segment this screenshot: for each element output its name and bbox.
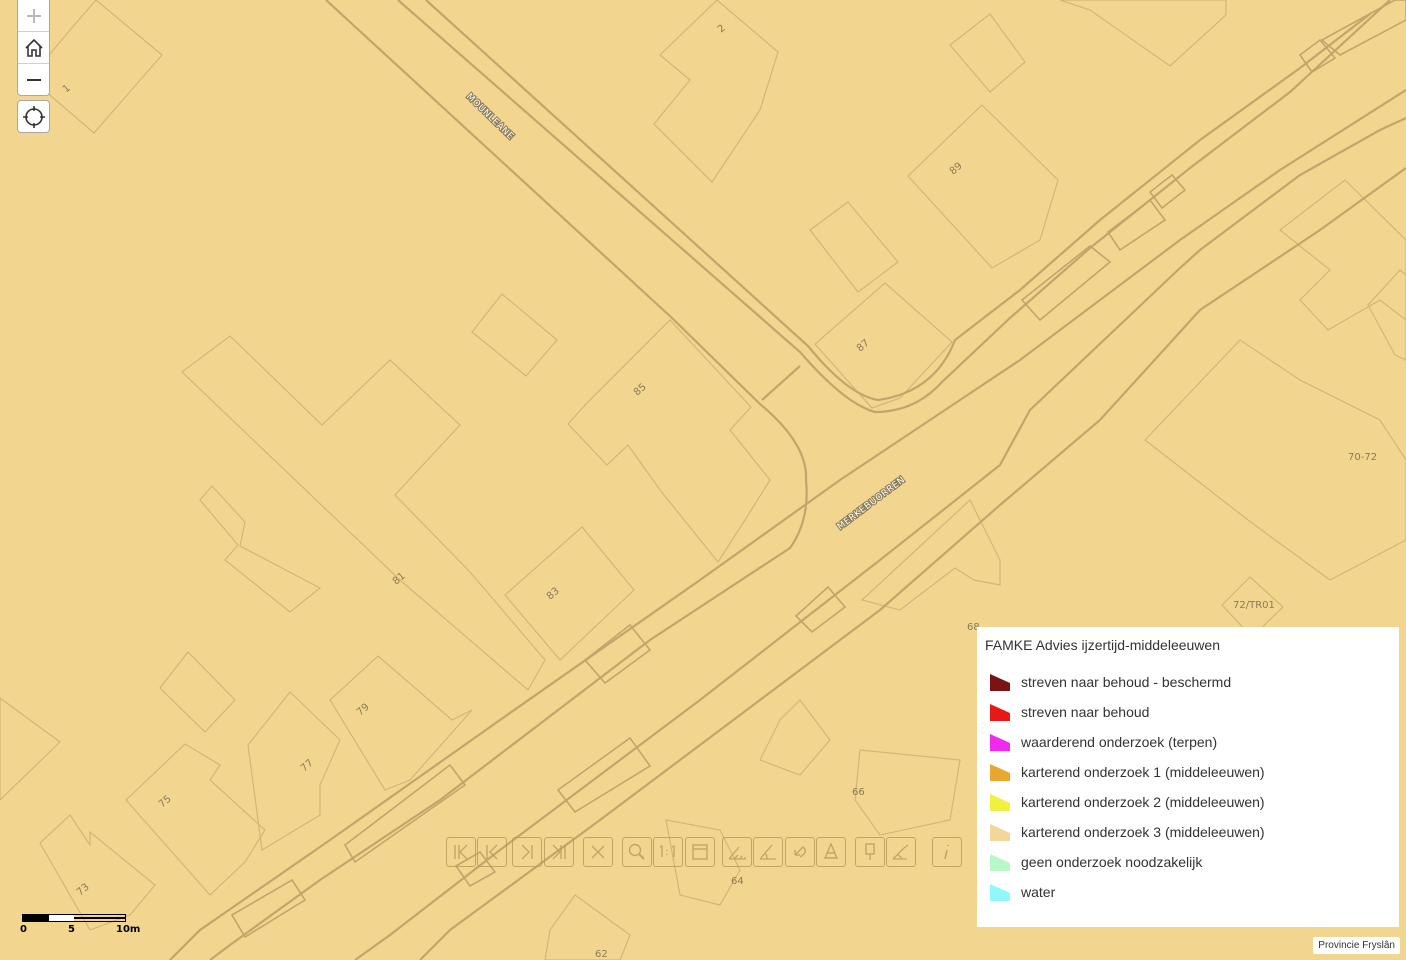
measure-area-icon <box>728 846 746 860</box>
next-extent-icon <box>521 844 533 860</box>
info-button[interactable] <box>932 837 962 867</box>
first-extent-icon <box>454 844 468 860</box>
draw-button[interactable] <box>886 837 916 867</box>
legend-label: karterend onderzoek 2 (middeleeuwen) <box>1021 794 1265 810</box>
one-to-one-button[interactable] <box>653 837 683 867</box>
parcel-label: 72/TR01 <box>1233 600 1275 611</box>
zoom-in-button[interactable] <box>18 0 49 31</box>
parcel-label: 64 <box>731 876 744 887</box>
clear-button[interactable] <box>583 837 613 867</box>
parcel-label: 66 <box>852 787 865 798</box>
plus-icon <box>26 8 41 23</box>
legend-swatch <box>990 764 1010 781</box>
legend-item: karterend onderzoek 3 (middeleeuwen) <box>985 817 1391 847</box>
home-icon <box>24 38 43 57</box>
legend-panel: FAMKE Advies ijzertijd-middeleeuwen stre… <box>977 627 1399 927</box>
legend-swatch <box>990 794 1010 811</box>
clear-icon <box>591 845 605 859</box>
home-button[interactable] <box>18 31 49 63</box>
scale-bar-graphic <box>22 914 126 922</box>
legend-swatch <box>990 884 1010 901</box>
full-extent-button[interactable] <box>685 837 715 867</box>
cone-icon <box>823 842 839 859</box>
attribution: Provincie Fryslân <box>1313 937 1400 954</box>
legend-swatch <box>990 734 1010 751</box>
full-extent-icon <box>692 844 708 860</box>
legend-title: FAMKE Advies ijzertijd-middeleeuwen <box>985 637 1220 653</box>
legend-label: karterend onderzoek 1 (middeleeuwen) <box>1021 764 1265 780</box>
legend-item: streven naar behoud <box>985 697 1391 727</box>
measure-angle-icon <box>759 844 776 860</box>
parcel-label: 62 <box>595 949 608 960</box>
legend-item: karterend onderzoek 1 (middeleeuwen) <box>985 757 1391 787</box>
legend-label: waarderend onderzoek (terpen) <box>1021 734 1218 750</box>
legend-swatch <box>990 674 1010 691</box>
info-icon <box>944 845 949 860</box>
cone-button[interactable] <box>816 837 846 867</box>
legend-label: karterend onderzoek 3 (middeleeuwen) <box>1021 824 1265 840</box>
last-extent-icon <box>552 844 566 860</box>
legend-swatch <box>990 704 1010 721</box>
marker-icon <box>865 843 875 860</box>
legend-item: geen onderzoek noodzakelijk <box>985 847 1391 877</box>
undo-icon <box>794 846 806 858</box>
crosshair-icon <box>22 105 45 128</box>
scale-bar: 0 5 10m <box>20 912 140 938</box>
legend-label: streven naar behoud - beschermd <box>1021 674 1232 690</box>
previous-extent-icon <box>486 844 498 860</box>
measure-area-button[interactable] <box>722 837 752 867</box>
legend-item: streven naar behoud - beschermd <box>985 667 1391 697</box>
legend-item: water <box>985 877 1391 907</box>
legend-label: geen onderzoek noodzakelijk <box>1021 854 1203 870</box>
draw-icon <box>892 844 909 860</box>
minus-icon <box>26 78 41 81</box>
zoom-out-button[interactable] <box>18 63 49 95</box>
legend-label: streven naar behoud <box>1021 704 1150 720</box>
zoom-icon <box>628 843 645 860</box>
previous-extent-button[interactable] <box>477 837 507 867</box>
legend-label: water <box>1021 884 1056 900</box>
one-to-one-icon <box>659 844 675 857</box>
first-extent-button[interactable] <box>446 837 476 867</box>
legend-swatch <box>990 854 1010 871</box>
legend-item: waarderend onderzoek (terpen) <box>985 727 1391 757</box>
zoom-controls <box>17 0 50 96</box>
legend-item: karterend onderzoek 2 (middeleeuwen) <box>985 787 1391 817</box>
last-extent-button[interactable] <box>544 837 574 867</box>
legend-swatch <box>990 824 1010 841</box>
zoom-button[interactable] <box>622 837 652 867</box>
scale-label: 5 <box>68 924 75 935</box>
next-extent-button[interactable] <box>512 837 542 867</box>
parcel-label: 70-72 <box>1348 452 1377 463</box>
undo-button[interactable] <box>785 837 815 867</box>
locate-button[interactable] <box>17 100 50 133</box>
marker-button[interactable] <box>855 837 885 867</box>
scale-label: 0 <box>20 924 27 935</box>
measure-angle-button[interactable] <box>753 837 783 867</box>
scale-label: 10m <box>116 924 141 935</box>
